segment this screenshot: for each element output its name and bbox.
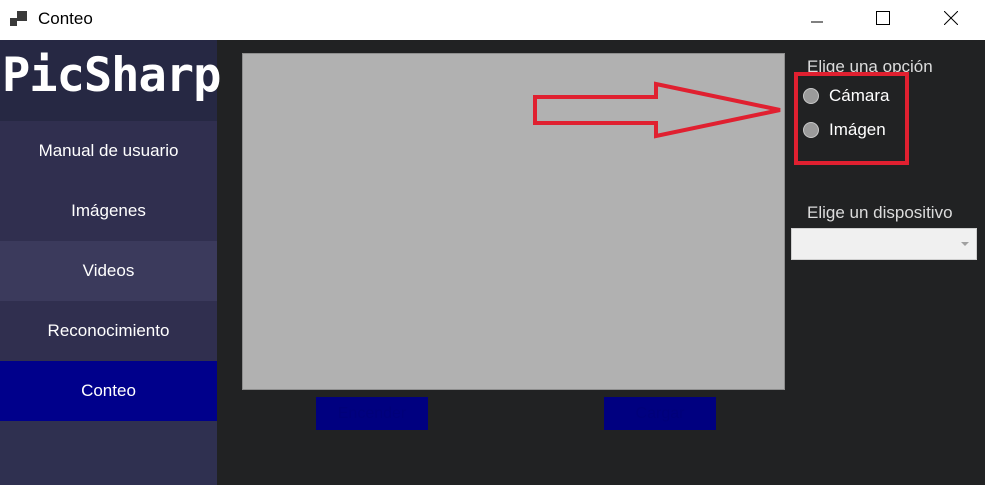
sidebar-item-label: Manual de usuario <box>38 141 179 160</box>
client-area: PicSharp Manual de usuario Imágenes Vide… <box>0 40 985 485</box>
radio-imagen[interactable]: Imágen <box>803 120 886 140</box>
radio-camara[interactable]: Cámara <box>803 86 889 106</box>
close-icon <box>944 11 958 25</box>
radio-label: Cámara <box>829 86 890 105</box>
sidebar-item-label: Videos <box>82 261 135 280</box>
radio-button-icon[interactable] <box>803 122 819 138</box>
option-group-title: Elige una opción <box>807 57 933 76</box>
logo-panel: PicSharp <box>0 40 221 121</box>
sidebar-item-label: Imágenes <box>71 201 146 220</box>
device-label: Elige un dispositivo <box>807 203 953 222</box>
sidebar-item-conteo[interactable]: Conteo <box>0 361 217 421</box>
minimize-button[interactable] <box>786 0 848 36</box>
radio-button-icon[interactable] <box>803 88 819 104</box>
device-dropdown[interactable] <box>791 228 977 260</box>
sidebar-item-reconocimiento[interactable]: Reconocimiento <box>0 301 217 361</box>
radio-label: Imágen <box>829 120 886 139</box>
title-bar: Conteo <box>0 0 985 40</box>
cargar-button[interactable]: Cargar <box>604 397 716 430</box>
image-preview <box>242 53 785 390</box>
sidebar-item-label: Conteo <box>81 381 136 400</box>
sidebar-item-label: Reconocimiento <box>47 321 170 340</box>
sidebar-item-videos[interactable]: Videos <box>0 241 217 301</box>
maximize-icon <box>876 11 890 25</box>
app-icon <box>10 11 27 26</box>
sidebar-item-manual[interactable]: Manual de usuario <box>0 121 217 181</box>
chevron-down-icon <box>961 242 969 246</box>
close-button[interactable] <box>920 0 982 36</box>
minimize-icon <box>811 21 823 23</box>
window-title: Conteo <box>38 9 93 28</box>
encender-button[interactable]: Encender <box>316 397 428 430</box>
app-logo: PicSharp <box>2 48 221 103</box>
sidebar: PicSharp Manual de usuario Imágenes Vide… <box>0 40 221 485</box>
maximize-button[interactable] <box>852 0 914 36</box>
sidebar-item-imagenes[interactable]: Imágenes <box>0 181 217 241</box>
